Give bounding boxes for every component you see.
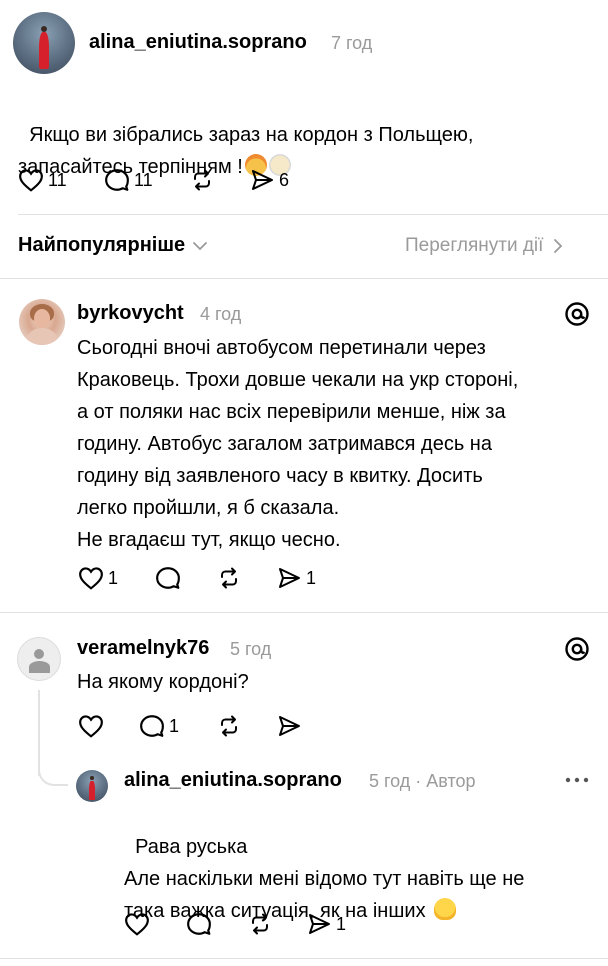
heart-icon <box>79 567 103 590</box>
comment-time: 5 год <box>230 639 272 659</box>
reply-text: Рава руська Але наскільки мені відомо ту… <box>124 799 604 927</box>
avatar[interactable] <box>19 299 65 345</box>
repost-icon <box>194 169 210 191</box>
send-icon <box>279 716 300 736</box>
comment-button[interactable] <box>155 566 181 590</box>
comment-username[interactable]: byrkovycht <box>77 302 184 325</box>
send-icon <box>252 170 273 190</box>
reply-count: 11 <box>134 169 153 190</box>
like-count: 11 <box>48 169 67 190</box>
heart-icon <box>79 715 103 738</box>
comment-username[interactable]: veramelnyk76 <box>77 637 209 660</box>
divider <box>0 278 608 279</box>
chevron-right-icon <box>554 239 563 253</box>
comment-icon <box>156 567 180 589</box>
view-activity-link[interactable]: Переглянути дії <box>405 235 565 257</box>
send-icon <box>279 568 300 588</box>
avatar[interactable] <box>17 637 61 681</box>
comment-button[interactable] <box>186 912 212 936</box>
reply-time: 5 год · Автор <box>369 771 476 791</box>
post-time: 7 год <box>331 33 373 53</box>
like-count: 1 <box>108 567 119 588</box>
repost-button[interactable] <box>247 912 273 936</box>
divider <box>0 958 608 959</box>
sort-dropdown[interactable]: Найпопулярніше <box>18 234 209 257</box>
repost-button[interactable] <box>216 714 242 738</box>
repost-button[interactable] <box>189 168 215 192</box>
share-button[interactable]: 1 <box>306 912 346 936</box>
share-button[interactable]: 1 <box>276 566 316 590</box>
repost-icon <box>221 567 237 589</box>
divider <box>0 612 608 613</box>
sort-label: Найпопулярніше <box>18 234 186 256</box>
more-icon[interactable] <box>564 776 590 784</box>
like-button[interactable]: 11 <box>18 168 67 192</box>
repost-icon <box>252 913 268 935</box>
share-button[interactable] <box>276 714 302 738</box>
comment-icon <box>187 913 211 935</box>
share-count: 6 <box>279 169 290 190</box>
comment-button[interactable]: 1 <box>139 714 179 738</box>
like-button[interactable] <box>124 912 150 936</box>
share-button[interactable]: 6 <box>249 168 289 192</box>
reply-count: 1 <box>169 715 180 736</box>
repost-button[interactable] <box>216 566 242 590</box>
threads-logo-icon[interactable] <box>564 301 590 327</box>
chevron-down-icon <box>193 241 208 250</box>
repost-icon <box>221 715 237 737</box>
comment-text: На якому кордоні? <box>77 671 249 693</box>
melting-face-emoji <box>433 898 456 920</box>
avatar[interactable] <box>13 12 75 74</box>
divider <box>18 214 608 215</box>
send-icon <box>309 914 330 934</box>
comment-icon <box>105 169 129 191</box>
like-button[interactable] <box>78 714 104 738</box>
threads-logo-icon[interactable] <box>564 636 590 662</box>
post-username[interactable]: alina_eniutina.soprano <box>89 31 307 54</box>
share-count: 1 <box>336 913 347 934</box>
share-count: 1 <box>306 567 317 588</box>
heart-icon <box>125 913 149 936</box>
heart-icon <box>19 169 43 192</box>
reply-username[interactable]: alina_eniutina.soprano <box>124 769 342 792</box>
comment-button[interactable]: 11 <box>104 168 153 192</box>
like-button[interactable]: 1 <box>78 566 118 590</box>
avatar[interactable] <box>76 770 108 802</box>
comment-time: 4 год <box>200 304 242 324</box>
view-activity-label: Переглянути дії <box>405 235 544 256</box>
comment-text: Сьогодні вночі автобусом перетинали чере… <box>77 337 519 551</box>
thread-line-curve <box>38 760 68 786</box>
reply-text-content: Рава руська Але наскільки мені відомо ту… <box>124 836 525 922</box>
comment-icon <box>140 715 164 737</box>
